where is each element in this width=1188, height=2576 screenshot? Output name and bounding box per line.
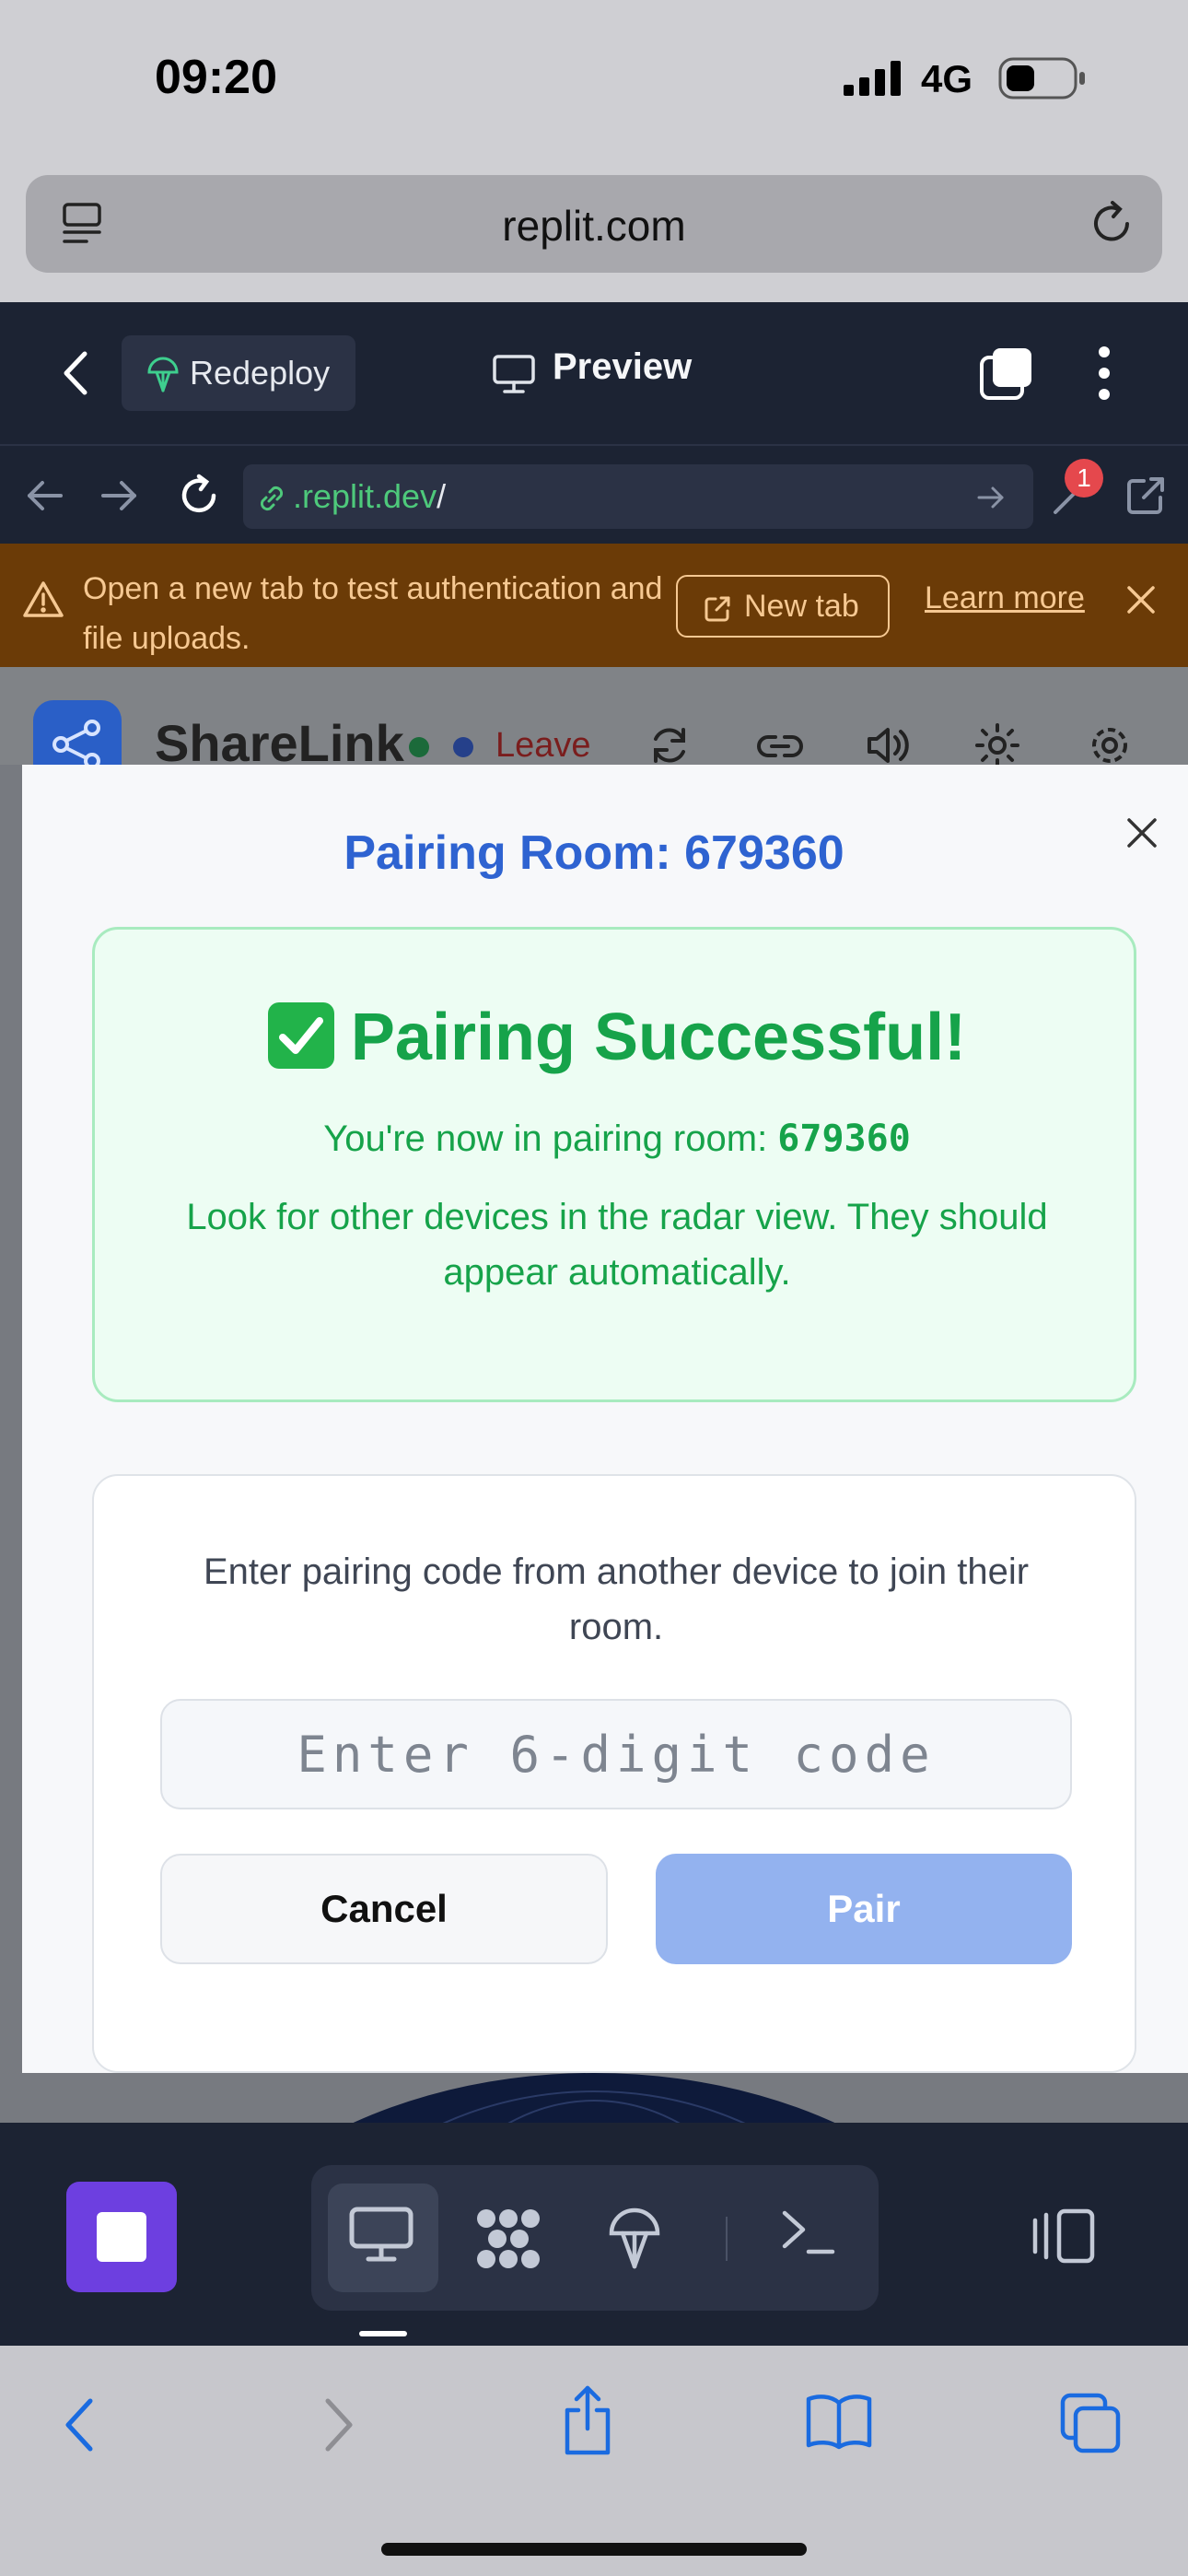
close-icon[interactable]: [1125, 584, 1157, 615]
pairing-modal: Pairing Room: 679360 Pairing Successful!…: [22, 765, 1188, 2073]
pair-description: Enter pairing code from another device t…: [203, 1551, 1030, 1647]
check-icon: [267, 1002, 334, 1069]
redeploy-icon: [146, 356, 181, 392]
tabs-icon[interactable]: [978, 345, 1035, 402]
new-tab-button[interactable]: New tab: [676, 575, 890, 638]
safari-toolbar: [0, 2346, 1188, 2576]
address-text[interactable]: replit.com: [26, 201, 1162, 251]
banner-message: Open a new tab to test authentication an…: [83, 571, 663, 656]
room-info: You're now in pairing room: 679360: [323, 1118, 911, 1160]
webview-reload-icon[interactable]: [177, 474, 221, 518]
app-header: ShareLink Leave: [0, 667, 1188, 765]
preview-title: Preview: [553, 346, 693, 387]
status-dot-connected: [409, 737, 429, 757]
link-icon[interactable]: [757, 728, 803, 765]
webview-url-text[interactable]: .replit.dev/: [293, 477, 446, 516]
status-bar: 09:20 4G: [0, 0, 1188, 166]
leave-button[interactable]: Leave: [495, 726, 591, 765]
preview-monitor-icon: [492, 354, 536, 394]
sound-icon[interactable]: [864, 724, 910, 765]
settings-gear-icon[interactable]: [1087, 722, 1133, 765]
pairing-code-input[interactable]: [160, 1699, 1072, 1809]
apps-icon[interactable]: [473, 2206, 543, 2272]
stop-button[interactable]: [66, 2182, 177, 2292]
go-arrow-icon[interactable]: [976, 485, 1006, 510]
sync-icon[interactable]: [646, 722, 693, 765]
safari-address-bar[interactable]: replit.com: [26, 175, 1162, 273]
panel-icon[interactable]: [1030, 2207, 1098, 2265]
battery-icon: [998, 57, 1087, 100]
modal-close-icon[interactable]: [1124, 814, 1160, 851]
success-title-text: Pairing Successful!: [350, 1001, 967, 1074]
webview-url-bar: .replit.dev/ 1: [0, 444, 1188, 545]
app-title: ShareLink: [155, 714, 404, 765]
warning-icon: [22, 580, 64, 619]
forward-icon[interactable]: [320, 2395, 357, 2454]
radar-view: [0, 2073, 1188, 2123]
active-tab-indicator: [359, 2331, 407, 2336]
redeploy-label: Redeploy: [190, 354, 331, 392]
replit-bottom-toolbar: [0, 2123, 1188, 2346]
back-arrow-icon[interactable]: [24, 479, 64, 512]
pair-button[interactable]: Pair: [656, 1854, 1072, 1964]
learn-more-link[interactable]: Learn more: [925, 580, 1085, 616]
monitor-icon[interactable]: [348, 2206, 414, 2265]
notification-badge: 1: [1065, 459, 1103, 498]
forward-arrow-icon[interactable]: [99, 479, 140, 512]
signal-icon: [842, 61, 906, 98]
share-icon[interactable]: [560, 2384, 615, 2458]
pair-panel: Enter pairing code from another device t…: [92, 1474, 1136, 2073]
success-title: Pairing Successful!: [95, 1000, 1139, 1075]
status-dot-paired: [453, 737, 473, 757]
link-icon: [256, 483, 287, 514]
back-chevron-icon[interactable]: [59, 348, 92, 398]
terminal-icon[interactable]: [779, 2206, 836, 2257]
warning-banner: Open a new tab to test authentication an…: [0, 544, 1188, 667]
success-description: Look for other devices in the radar view…: [186, 1197, 1048, 1293]
tool-switcher: [311, 2165, 879, 2311]
network-type: 4G: [921, 57, 973, 100]
modal-title: Pairing Room: 679360: [344, 826, 844, 880]
external-link-icon[interactable]: [1125, 475, 1166, 516]
theme-sun-icon[interactable]: [974, 722, 1020, 765]
cancel-button[interactable]: Cancel: [160, 1854, 608, 1964]
tabs-overview-icon[interactable]: [1059, 2392, 1124, 2456]
bookmarks-icon[interactable]: [805, 2392, 873, 2451]
status-time: 09:20: [155, 51, 277, 104]
stop-icon: [97, 2212, 146, 2262]
back-icon[interactable]: [61, 2395, 98, 2454]
external-link-icon: [704, 595, 731, 623]
app-logo: [33, 700, 122, 765]
tool-separator: [726, 2217, 728, 2261]
deploy-icon[interactable]: [608, 2206, 661, 2270]
webview-url-field[interactable]: .replit.dev/: [243, 464, 1033, 529]
reload-icon[interactable]: [1085, 197, 1138, 251]
redeploy-button[interactable]: Redeploy: [122, 335, 355, 411]
home-indicator[interactable]: [381, 2543, 807, 2556]
success-panel: Pairing Successful! You're now in pairin…: [92, 927, 1136, 1402]
more-vertical-icon[interactable]: [1092, 345, 1116, 402]
replit-header: Redeploy Preview: [0, 302, 1188, 444]
new-tab-label: New tab: [744, 589, 859, 624]
room-code: 679360: [777, 1118, 911, 1160]
